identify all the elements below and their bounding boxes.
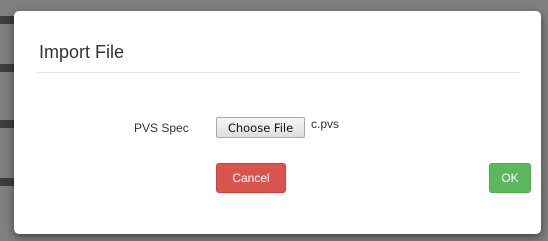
- import-file-dialog: Import File PVS Spec Choose File c.pvs C…: [14, 11, 541, 234]
- dialog-header: Import File: [14, 11, 541, 73]
- backdrop-edge: [0, 16, 14, 24]
- ok-button[interactable]: OK: [489, 163, 531, 193]
- backdrop-edge: [0, 120, 14, 128]
- choose-file-button[interactable]: Choose File: [216, 117, 305, 138]
- dialog-title: Import File: [39, 42, 125, 62]
- selected-file-name: c.pvs: [311, 117, 340, 131]
- backdrop-edge: [0, 178, 14, 186]
- pvs-spec-label: PVS Spec: [134, 121, 189, 135]
- header-divider: [36, 72, 520, 73]
- cancel-button[interactable]: Cancel: [216, 163, 286, 193]
- backdrop-edge: [0, 64, 14, 72]
